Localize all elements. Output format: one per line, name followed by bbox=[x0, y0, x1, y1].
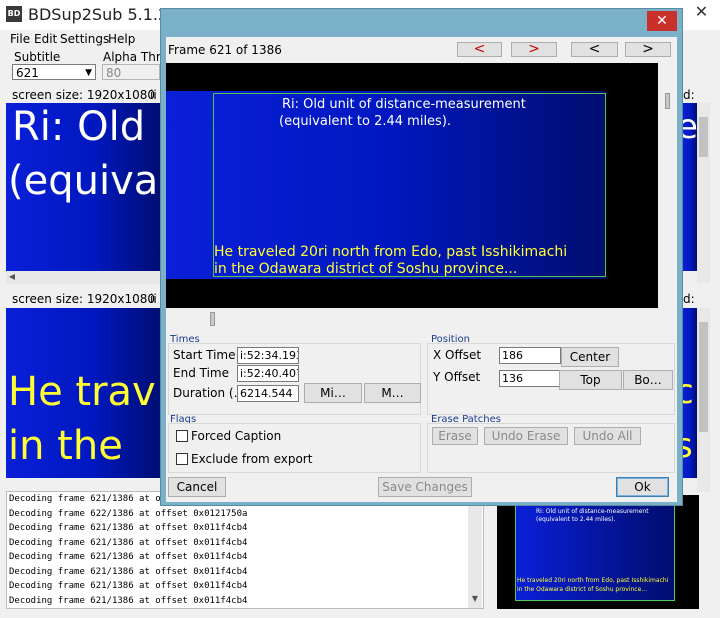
top-hscrollbar[interactable]: ◀ bbox=[6, 271, 164, 284]
horizontal-slider[interactable] bbox=[166, 312, 658, 326]
end-time-label: End Time bbox=[173, 366, 229, 380]
max-duration-button[interactable]: M… bbox=[364, 383, 421, 403]
thumbnail-frame: Ri: Old unit of distance-measurement (eq… bbox=[515, 501, 675, 601]
y-offset-label: Y Offset bbox=[433, 370, 481, 384]
right-label-bottom: d: bbox=[683, 292, 695, 306]
vertical-slider[interactable] bbox=[662, 63, 672, 308]
slider-thumb[interactable] bbox=[665, 93, 670, 109]
subtitle-line-1: Ri: Old unit of distance-measurement bbox=[282, 97, 526, 112]
log-line: Decoding frame 621/1386 at offset 0x011f… bbox=[9, 552, 248, 562]
y-offset-input[interactable]: 136 bbox=[499, 370, 561, 387]
alpha-threshold-label: Alpha Thre bbox=[103, 50, 168, 64]
log-line: Decoding frame 621/1386 at offset 0x011f… bbox=[9, 566, 248, 577]
erase-button[interactable]: Erase bbox=[432, 427, 478, 445]
bottom-preview-right: c s bbox=[683, 308, 697, 478]
menu-settings[interactable]: Settings bbox=[60, 32, 109, 46]
x-offset-input[interactable]: 186 bbox=[499, 347, 561, 364]
undo-erase-button[interactable]: Undo Erase bbox=[484, 427, 568, 445]
close-icon: ✕ bbox=[656, 13, 668, 29]
top-scrollbar[interactable] bbox=[697, 103, 710, 283]
ok-button[interactable]: Ok bbox=[616, 477, 669, 497]
scroll-thumb[interactable] bbox=[699, 117, 708, 157]
chevron-left-icon: < bbox=[473, 41, 486, 57]
subtitle-select[interactable]: 621 ▼ bbox=[12, 64, 96, 80]
chevron-left-icon: < bbox=[588, 41, 601, 57]
bottom-preview-panel: He trav in the bbox=[6, 308, 164, 478]
duration-input[interactable]: 6214.544 bbox=[237, 385, 299, 402]
min-duration-button[interactable]: Mi… bbox=[304, 383, 362, 403]
dialog-close-button[interactable]: ✕ bbox=[647, 11, 677, 31]
log-line: Decoding frame 622/1386 at offset 0x0121… bbox=[9, 508, 248, 519]
subtitle-line-2: (equivalent to 2.44 miles). bbox=[279, 114, 452, 129]
screen-size-top: screen size: 1920x1080 bbox=[12, 88, 156, 102]
prev-frame-button[interactable]: < bbox=[457, 42, 502, 57]
right-label-top: d: bbox=[683, 88, 695, 102]
thumbnail-preview: Ri: Old unit of distance-measurement (eq… bbox=[497, 495, 699, 609]
dialog-body: Frame 621 of 1386 < > < > Ri: Old unit o… bbox=[166, 37, 677, 502]
top-preview-right: e bbox=[683, 103, 697, 271]
chevron-right-icon: > bbox=[642, 41, 654, 57]
menu-edit[interactable]: Edit bbox=[34, 32, 57, 46]
chevron-right-icon: > bbox=[528, 41, 540, 57]
frame-counter: Frame 621 of 1386 bbox=[168, 43, 282, 57]
subtitle-line-4: in the Odawara district of Soshu provinc… bbox=[214, 261, 518, 277]
top-preview-panel: Ri: Old (equiva bbox=[6, 103, 164, 271]
start-time-label: Start Time bbox=[173, 348, 236, 362]
save-changes-button[interactable]: Save Changes bbox=[378, 477, 472, 497]
log-line: Decoding frame 621/1386 at offset 0x011f… bbox=[9, 595, 248, 606]
main-close-button[interactable]: ✕ bbox=[683, 0, 720, 24]
scroll-thumb[interactable] bbox=[699, 322, 708, 432]
slider-thumb[interactable] bbox=[210, 312, 215, 326]
end-time-input[interactable]: i:52:40.407 bbox=[237, 365, 299, 382]
scroll-down-icon[interactable]: ▼ bbox=[468, 594, 482, 603]
exclude-from-export-label: Exclude from export bbox=[191, 452, 313, 466]
log-panel: Decoding frame 621/1386 at offset 0x011f… bbox=[6, 491, 484, 609]
next-subtitle-button[interactable]: > bbox=[625, 42, 671, 57]
prev-subtitle-button[interactable]: < bbox=[571, 42, 618, 57]
window-title: BDSup2Sub 5.1.2 - bbox=[28, 5, 180, 24]
top-preview-line1: Ri: Old bbox=[12, 104, 146, 150]
log-line: Decoding frame 621/1386 at offset 0x011f… bbox=[9, 537, 248, 548]
top-button[interactable]: Top bbox=[559, 370, 622, 390]
log-scrollbar[interactable]: ▼ bbox=[468, 491, 482, 608]
bottom-scrollbar[interactable] bbox=[697, 308, 710, 492]
app-icon: BD bbox=[6, 6, 22, 22]
top-preview-line2: (equiva bbox=[8, 158, 159, 204]
menu-help[interactable]: Help bbox=[108, 32, 135, 46]
duration-label: Duration (… bbox=[173, 386, 246, 400]
start-time-input[interactable]: i:52:34.193 bbox=[237, 347, 299, 364]
chevron-down-icon: ▼ bbox=[85, 68, 92, 78]
forced-caption-label: Forced Caption bbox=[191, 429, 282, 443]
next-frame-button[interactable]: > bbox=[511, 42, 557, 57]
undo-all-button[interactable]: Undo All bbox=[574, 427, 641, 445]
exclude-from-export-checkbox[interactable] bbox=[176, 453, 188, 465]
center-button[interactable]: Center bbox=[561, 347, 619, 367]
x-offset-label: X Offset bbox=[433, 348, 482, 362]
log-line: Decoding frame 621/1386 at offset 0x011f… bbox=[9, 581, 248, 591]
subtitle-label: Subtitle bbox=[14, 50, 61, 64]
bottom-button[interactable]: Bo… bbox=[623, 370, 673, 390]
alpha-threshold-input[interactable]: 80 bbox=[102, 64, 160, 80]
bottom-preview-line1: He trav bbox=[8, 369, 156, 415]
cancel-button[interactable]: Cancel bbox=[168, 477, 226, 497]
close-icon: ✕ bbox=[694, 2, 709, 21]
frame-preview: Ri: Old unit of distance-measurement (eq… bbox=[166, 63, 658, 308]
forced-caption-checkbox[interactable] bbox=[176, 430, 188, 442]
log-line: Decoding frame 621/1386 at offset 0x011f… bbox=[9, 523, 248, 533]
screen-size-bottom: screen size: 1920x1080 bbox=[12, 292, 156, 306]
info-label-top: ii bbox=[150, 88, 157, 102]
edit-frame-dialog: ✕ Frame 621 of 1386 < > < > Ri: Old unit… bbox=[160, 8, 683, 506]
subtitle-line-3: He traveled 20ri north from Edo, past Is… bbox=[214, 244, 568, 260]
scroll-left-icon[interactable]: ◀ bbox=[6, 272, 18, 281]
info-label-bottom: ii bbox=[150, 292, 157, 306]
menu-file[interactable]: File bbox=[10, 32, 30, 46]
bottom-preview-line2: in the bbox=[8, 423, 123, 469]
